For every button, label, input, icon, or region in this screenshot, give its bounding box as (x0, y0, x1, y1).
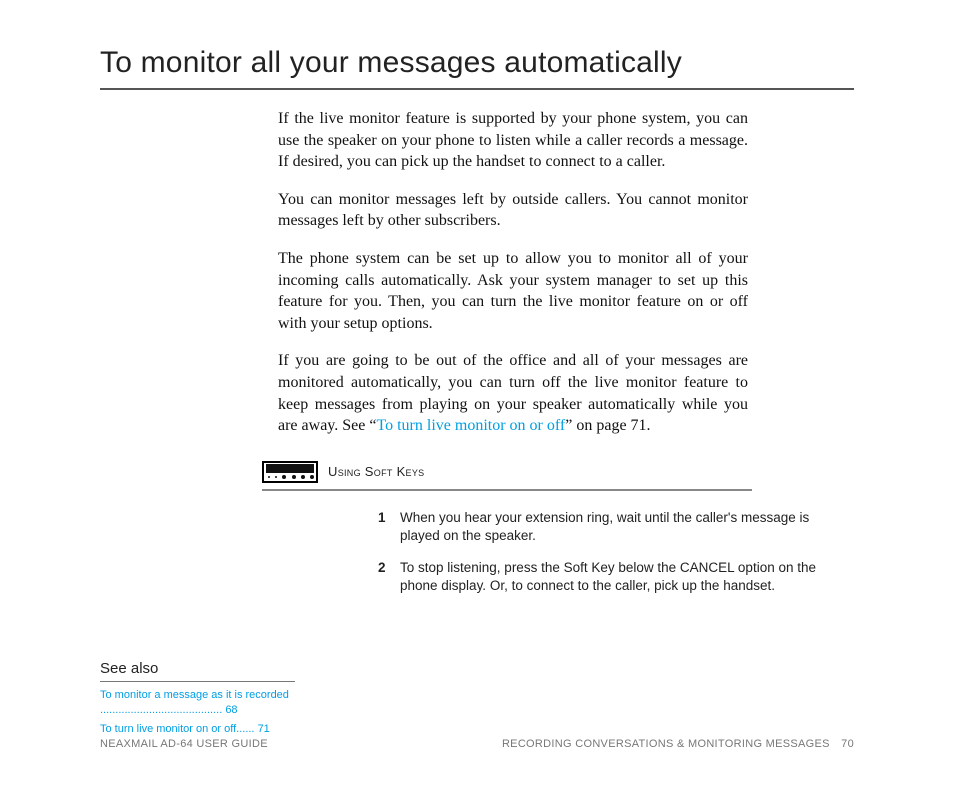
cross-ref-link[interactable]: To turn live monitor on or off (376, 417, 565, 434)
see-also-label: To turn live monitor on or off (100, 723, 236, 735)
page-footer: NEAXMAIL AD-64 USER GUIDE RECORDING CONV… (100, 738, 854, 750)
paragraph-text: ” on page 71. (565, 417, 650, 434)
paragraph: If the live monitor feature is supported… (278, 108, 748, 173)
footer-right: RECORDING CONVERSATIONS & MONITORING MES… (502, 738, 854, 750)
see-also-block: See also To monitor a message as it is r… (100, 660, 295, 741)
soft-keys-section: Using Soft Keys 1 When you hear your ext… (262, 461, 752, 596)
step-text: To stop listening, press the Soft Key be… (400, 560, 816, 593)
list-item: 2 To stop listening, press the Soft Key … (378, 559, 818, 595)
step-number: 1 (378, 509, 386, 527)
leader-dots: ........................................ (100, 704, 222, 716)
steps-list: 1 When you hear your extension ring, wai… (378, 509, 818, 596)
leader-dots: ...... (236, 723, 254, 735)
page-number: 70 (841, 738, 854, 750)
see-also-link[interactable]: To monitor a message as it is recorded .… (100, 688, 295, 718)
soft-keys-label: Using Soft Keys (328, 464, 424, 479)
page-title: To monitor all your messages automatical… (100, 46, 854, 80)
body-column: If the live monitor feature is supported… (278, 108, 748, 437)
document-page: To monitor all your messages automatical… (0, 0, 954, 786)
see-also-rule (100, 681, 295, 682)
soft-keys-header: Using Soft Keys (262, 461, 752, 483)
step-number: 2 (378, 559, 386, 577)
see-also-link[interactable]: To turn live monitor on or off...... 71 (100, 722, 295, 737)
see-also-heading: See also (100, 660, 295, 677)
paragraph: If you are going to be out of the office… (278, 350, 748, 436)
list-item: 1 When you hear your extension ring, wai… (378, 509, 818, 545)
see-also-page: 71 (258, 723, 270, 735)
title-rule (100, 88, 854, 90)
footer-section: RECORDING CONVERSATIONS & MONITORING MES… (502, 738, 830, 750)
step-text: When you hear your extension ring, wait … (400, 510, 809, 543)
paragraph: The phone system can be set up to allow … (278, 248, 748, 334)
paragraph: You can monitor messages left by outside… (278, 189, 748, 232)
section-rule (262, 489, 752, 491)
see-also-label: To monitor a message as it is recorded (100, 689, 289, 701)
see-also-page: 68 (225, 704, 237, 716)
phone-display-icon (262, 461, 318, 483)
footer-left: NEAXMAIL AD-64 USER GUIDE (100, 738, 268, 750)
